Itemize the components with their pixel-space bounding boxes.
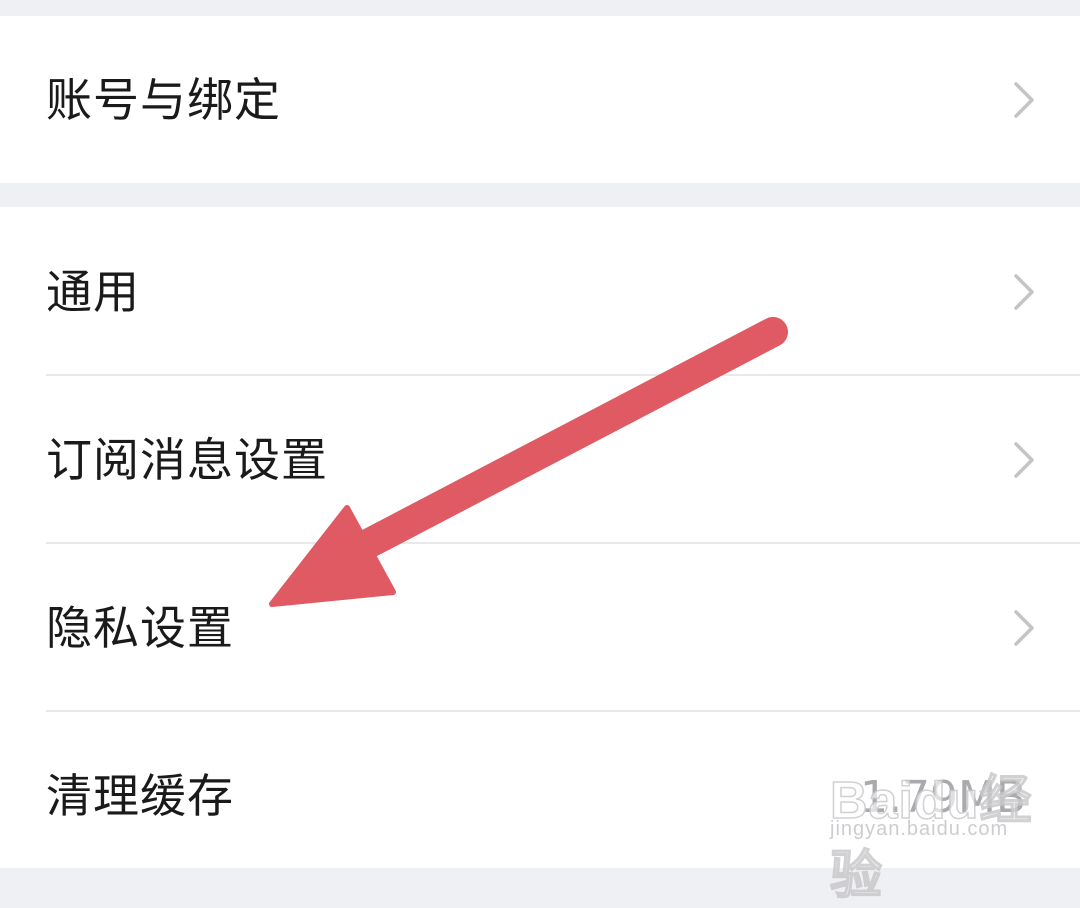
settings-item-subscription-label: 订阅消息设置 xyxy=(46,433,328,487)
chevron-right-icon xyxy=(1014,274,1034,310)
settings-item-general-label: 通用 xyxy=(46,265,140,319)
chevron-right-icon xyxy=(1014,610,1034,646)
settings-item-general[interactable] xyxy=(0,207,1080,374)
settings-item-account-label: 账号与绑定 xyxy=(46,73,281,127)
chevron-right-icon xyxy=(1014,442,1034,478)
chevron-right-icon xyxy=(1014,82,1034,118)
settings-item-clear-cache-label: 清理缓存 xyxy=(46,769,234,823)
top-section-gap xyxy=(0,0,1080,16)
cache-size-value: 1.79MB xyxy=(860,772,1027,823)
settings-item-privacy-label: 隐私设置 xyxy=(46,601,234,655)
